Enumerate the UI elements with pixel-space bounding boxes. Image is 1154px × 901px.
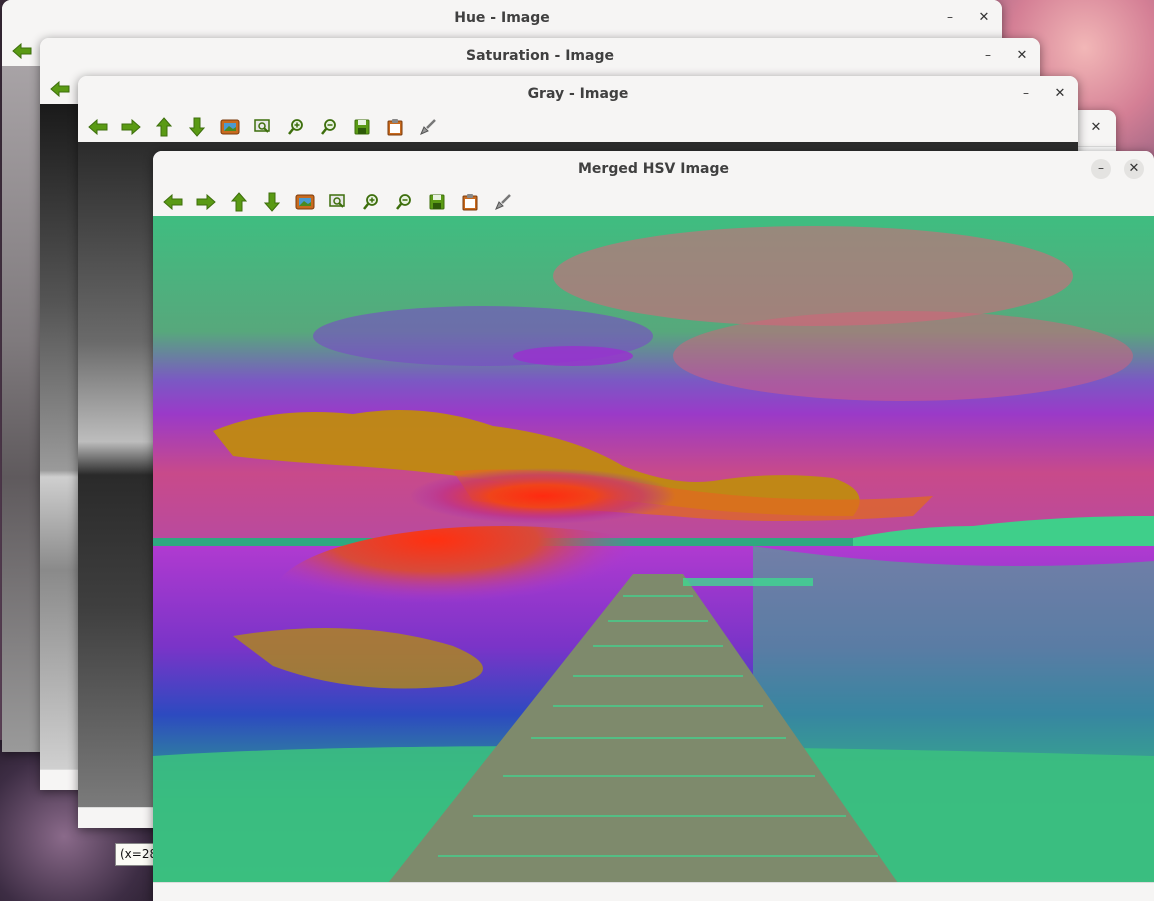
gray-window-title: Gray - Image <box>527 86 629 102</box>
gray-arrow-up-icon[interactable] <box>152 115 176 139</box>
merged-arrow-right-icon[interactable] <box>194 190 218 214</box>
merged-titlebar[interactable]: Merged HSV Image – ✕ <box>153 151 1154 188</box>
merged-image-canvas[interactable] <box>153 216 1154 883</box>
saturation-close-button[interactable]: ✕ <box>1012 46 1032 66</box>
gray-arrow-down-icon[interactable] <box>185 115 209 139</box>
hue-titlebar[interactable]: Hue - Image – ✕ <box>2 0 1002 37</box>
hue-minimize-button[interactable]: – <box>940 8 960 28</box>
gray-save-icon[interactable] <box>350 115 374 139</box>
background-close-button[interactable]: ✕ <box>1086 118 1106 138</box>
gray-close-button[interactable]: ✕ <box>1050 84 1070 104</box>
gray-zoom-fit-icon[interactable] <box>251 115 275 139</box>
hue-arrow-left-icon[interactable] <box>10 39 34 63</box>
saturation-titlebar[interactable]: Saturation - Image – ✕ <box>40 38 1040 75</box>
gray-zoom-out-icon[interactable] <box>317 115 341 139</box>
merged-minimize-button[interactable]: – <box>1091 159 1111 179</box>
merged-zoom-out-icon[interactable] <box>392 190 416 214</box>
saturation-window-title: Saturation - Image <box>466 48 614 64</box>
hue-window-title: Hue - Image <box>454 10 550 26</box>
merged-statusbar <box>153 882 1154 901</box>
gray-arrow-left-icon[interactable] <box>86 115 110 139</box>
merged-hsv-window[interactable]: Merged HSV Image – ✕ <box>153 151 1154 901</box>
gray-clipboard-icon[interactable] <box>383 115 407 139</box>
hue-close-button[interactable]: ✕ <box>974 8 994 28</box>
gray-brush-icon[interactable] <box>416 115 440 139</box>
merged-image-icon[interactable] <box>293 190 317 214</box>
gray-minimize-button[interactable]: – <box>1016 84 1036 104</box>
saturation-arrow-left-icon[interactable] <box>48 77 72 101</box>
merged-arrow-down-icon[interactable] <box>260 190 284 214</box>
gray-arrow-right-icon[interactable] <box>119 115 143 139</box>
merged-save-icon[interactable] <box>425 190 449 214</box>
merged-toolbar <box>153 187 1154 217</box>
merged-hsv-picture <box>153 216 1154 883</box>
merged-zoom-in-icon[interactable] <box>359 190 383 214</box>
gray-toolbar <box>78 112 1078 142</box>
merged-close-button[interactable]: ✕ <box>1124 159 1144 179</box>
merged-window-title: Merged HSV Image <box>577 161 729 177</box>
merged-arrow-up-icon[interactable] <box>227 190 251 214</box>
merged-zoom-fit-icon[interactable] <box>326 190 350 214</box>
gray-image-icon[interactable] <box>218 115 242 139</box>
gray-titlebar[interactable]: Gray - Image – ✕ <box>78 76 1078 113</box>
merged-brush-icon[interactable] <box>491 190 515 214</box>
merged-arrow-left-icon[interactable] <box>161 190 185 214</box>
saturation-minimize-button[interactable]: – <box>978 46 998 66</box>
merged-clipboard-icon[interactable] <box>458 190 482 214</box>
gray-zoom-in-icon[interactable] <box>284 115 308 139</box>
